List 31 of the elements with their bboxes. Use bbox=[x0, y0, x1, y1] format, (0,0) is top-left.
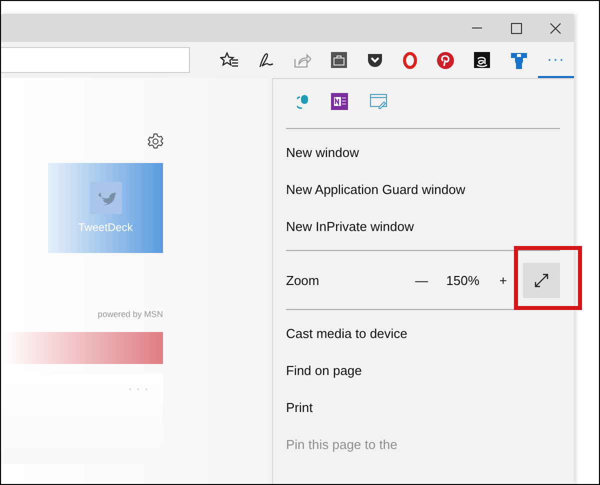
maximize-icon[interactable] bbox=[511, 22, 522, 34]
zoom-in-button[interactable]: + bbox=[497, 272, 509, 288]
menu-item[interactable]: Print bbox=[286, 389, 560, 426]
ring-icon[interactable] bbox=[403, 52, 417, 68]
menu-item[interactable]: New InPrivate window bbox=[286, 208, 560, 245]
notebook-icon[interactable] bbox=[331, 92, 348, 110]
mouse-icon[interactable] bbox=[297, 94, 309, 108]
menu-item[interactable]: New window bbox=[286, 134, 560, 171]
bag-icon[interactable] bbox=[331, 52, 347, 68]
pen-icon[interactable] bbox=[258, 52, 274, 68]
zoom-level: 150% bbox=[446, 272, 480, 288]
news-credit: powered by MSN bbox=[98, 309, 163, 319]
cart-smile-icon[interactable] bbox=[474, 52, 490, 68]
figure-icon[interactable] bbox=[510, 51, 528, 69]
tile-label: TweetDeck bbox=[78, 222, 133, 234]
pin-circle-icon[interactable] bbox=[437, 52, 454, 68]
star-list-icon[interactable] bbox=[220, 52, 238, 68]
address-field[interactable] bbox=[1, 47, 190, 73]
zoom-out-button[interactable]: — bbox=[413, 272, 430, 288]
menu-item[interactable]: Find on page bbox=[286, 352, 560, 389]
menu-item[interactable]: New Application Guard window bbox=[286, 171, 560, 208]
menu-item[interactable]: Cast media to device bbox=[286, 315, 560, 352]
share-icon[interactable] bbox=[294, 52, 311, 68]
expand-arrows-icon bbox=[534, 272, 549, 288]
settings-icon[interactable] bbox=[147, 133, 164, 150]
close-icon[interactable] bbox=[550, 22, 561, 34]
fullscreen-button[interactable] bbox=[523, 262, 560, 298]
pocket-icon[interactable] bbox=[367, 52, 383, 68]
bird-icon bbox=[90, 182, 122, 214]
zoom-label: Zoom bbox=[286, 272, 320, 288]
web-note-icon[interactable] bbox=[370, 94, 387, 108]
